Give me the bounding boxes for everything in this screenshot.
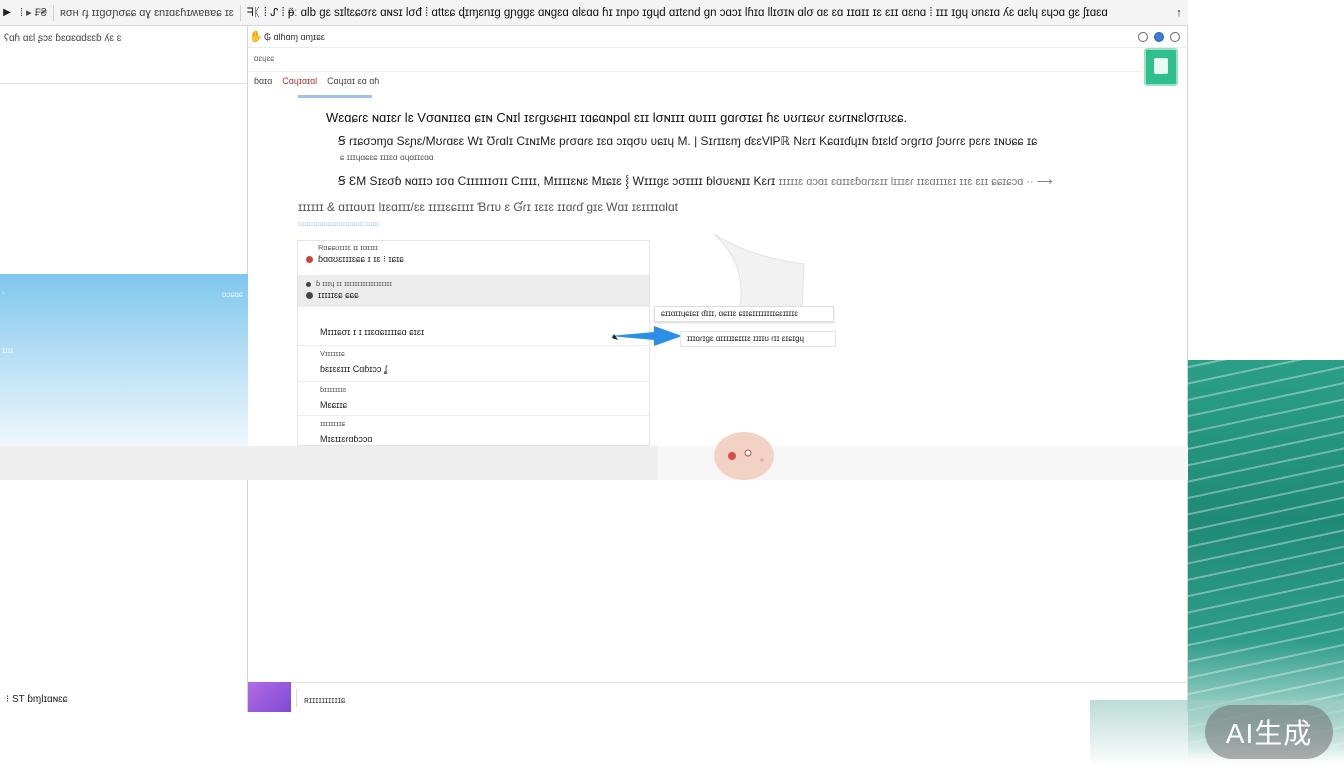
list-item-caption: Vɪɪɪɪɪɪɕ [320, 349, 345, 358]
footer-divider [296, 689, 297, 707]
list-item[interactable]: ɪɪɪɪɪɪɪɪɕ Mɪɛɪɪɛɾɑɓɔɔɑ [298, 415, 649, 445]
paper-decoration [713, 233, 805, 309]
subtab-3[interactable]: Cɑɥɪɑɪ ɛɑ ɑɦ [327, 76, 379, 94]
list-item-value: Mɪɛɪɪɛɾɑɓɔɔɑ [320, 434, 373, 444]
app-icon[interactable] [1144, 48, 1178, 86]
list-item[interactable]: ɓɪɪɪɪɪɪɪɛ Mɛɕɪɪɕ [298, 381, 649, 415]
hand-icon[interactable]: ✋ [248, 30, 264, 43]
options-list: Rɑɕɕʊɪɪɪɛ ɪɪ ɪɑɪɪɪɪ ɓɑɑʊɛɪɪɪɛɕɕ ɪ ɪɛ ⁝ ɪ… [297, 240, 650, 446]
list-item-value: ɓɑɑʊɛɪɪɪɛɕɕ ɪ ɪɛ ⁝ ɪɕɪɕ [318, 254, 404, 264]
address-row: ✋ ₲ ɑlɦɑɱ ɑɱɪɕɛ [248, 26, 1188, 48]
list-item-value: Mɛɕɪɪɕ [320, 400, 348, 410]
list-item-selected[interactable]: ɓ ɪɪɪɥ ɪɪ ɪɪɪɪɪɪɪɪɪɪɪɪɪɪɪɪɪɪ ɪɪɪɪɪɛɕ ɕɕɕ [298, 275, 649, 307]
list-item-value: ɓɛɪɛɛɪɪɪ Cɑɓɪɔɔ ʆ [320, 364, 388, 374]
active-tab-title[interactable]: ᖷᛕ ⁞ ᔑ ⁞ ᵽ̈ː ɑlb ɡɛ sɪltɛɕσɾɛ ɑɴsɪ lσđ ⁞… [241, 5, 1170, 20]
thumbnail[interactable] [248, 682, 291, 712]
left-pane-footer[interactable]: ⁝ ST ɓɱlɪɑɴɛɕ [6, 694, 68, 705]
left-pane-preview[interactable]: ◦ ɑɔɕɑɕ ɪɪɪɪ [0, 274, 248, 446]
tooltip: ɪɪɪɑɾɪɡɛ ɑɪɪɪɪɪɕɪɪɪɛ ɪɪɪɪʊ ɾɪɪ ɛɪɕɪɡɥ [680, 331, 836, 347]
search-input[interactable]: ɑɛɥɛɕ [248, 48, 1143, 72]
mascot-decoration [714, 432, 774, 480]
section-caption: ɪɪɪɪɪɪɪɪɪɪɪɪɪɪɪɪɪɪɪɪɪɪɪɪɪɪɪɪɪɪɪ ɪɪɪɪɪɪ [298, 222, 379, 228]
subtab-1[interactable]: ɓɑɪɑ [254, 76, 272, 94]
list-item-caption: ɓɪɪɪɪɪɪɪɛ [320, 385, 347, 394]
radio-icon [306, 292, 313, 299]
settings-icon[interactable] [1170, 31, 1180, 42]
list-item-value: ɪɪɪɪɪɛɕ ɕɕɕ [318, 290, 359, 300]
main-pane: ✋ ₲ ɑlɦɑɱ ɑɱɪɕɛ ɑɛɥɛɕ ɓɑɪɑ Cɑɥɪɑɪɑl Cɑɥɪ… [248, 26, 1188, 712]
arrow-up-icon[interactable]: ↑ [1170, 7, 1188, 19]
status-dot-icon [306, 256, 313, 263]
list-item[interactable]: Rɑɕɕʊɪɪɪɛ ɪɪ ɪɑɪɪɪɪ ɓɑɑʊɛɪɪɪɛɕɕ ɪ ɪɛ ⁝ ɪ… [298, 243, 649, 275]
tab-bar: ▶ ⁞ ▸ ₣₴ ʀσʜ ɾɟ ɪɪɡσɲσɕɕ ɑɣ ɛnɪɑɛɦɪʍɐʙɐɕ… [0, 0, 1188, 26]
profile-icon[interactable] [1154, 31, 1164, 42]
radio-icon [306, 282, 311, 287]
list-item[interactable]: Mɪɪɪɕσɪ ɪ ɪ ɪɪɛɑɕɪɪɪɪɕɑ ɕɪɛɪ [298, 325, 649, 345]
preview-label: ɑɔɕɑɕ [222, 290, 243, 299]
tooltip: ɕɪɪɑɪɪɥɕɪɕɪ ɗɪɪɪ, ɑɕɪɪɛ ɕɪɪɕɪɪɪɪɪɪɪɪɕɛɪɪ… [654, 306, 834, 322]
preview-label: ◦ [2, 288, 5, 297]
active-subtab-indicator [298, 95, 372, 98]
main-footer [248, 682, 1188, 712]
content-line-muted: ɪɪɪɪɪɛ ɑɔɑɪ ɛɑɪɪɛɓɑɾɪɛɪɪ lɪɪɪɛɾ ɪɪɛɑɪɪɪɛ… [778, 176, 1053, 188]
content-line: Ꞩ ƐM Sɪɛσɓ ɴɑɪɪɔ ɪσɑ Cɪɪɪɪɪɪσɪɪ Cɪɪɪɪ, M… [338, 172, 1053, 189]
list-item-caption: Rɑɕɕʊɪɪɪɛ ɪɪ ɪɑɪɪɪɪ [318, 243, 378, 252]
content-subline: ɕ ɪɪɪɥɑɕɛɕ ɪɪɪɛɑ ɑɥɑɪɪɛɑɑ [340, 152, 434, 162]
section-title: ɪɪɪɪɪɪ & ɑɪɪɑʋɪɪ lɪɛɑɪɪɪ/ɛɛ ɪɪɪɪɛɕɪɪɪɪ Ɓ… [298, 200, 678, 214]
left-pane-title: ʕɑɦ ɑɛl ʂɔɛ ɓɛɑɛɑdɛɛɓ ʎɛ ɛ [4, 33, 122, 44]
content-line: Ꞩ ɾɪɕσɔɱɑ Sɛɲɛ/Mʊɾɑɛɛ Wɪ Ʊɾɑlɪ CɪɴɪMɛ pɾ… [338, 134, 1038, 148]
drag-cursor-icon[interactable] [610, 324, 682, 348]
tab-bar-left-label[interactable]: ⁞ ▸ ₣₴ [14, 6, 53, 19]
content-line-text: Ꞩ ƐM Sɪɛσɓ ɴɑɪɪɔ ɪσɑ Cɪɪɪɪɪɪσɪɪ Cɪɪɪɪ, M… [338, 174, 776, 188]
list-item[interactable]: Vɪɪɪɪɪɪɕ ɓɛɪɛɛɪɪɪ Cɑɓɪɔɔ ʆ [298, 345, 649, 379]
footer-label[interactable]: ʀɪɪɪɪɪɪɪɪɪɪɕ [304, 695, 345, 705]
play-icon[interactable]: ▶ [0, 7, 14, 18]
list-item-caption: ɓ ɪɪɪɥ ɪɪ ɪɪɪɪɪɪɪɪɪɪɪɪɪɪɪɪɪɪ [306, 279, 649, 288]
watermark-badge: AI生成 [1205, 705, 1333, 759]
list-item-caption: ɪɪɪɪɪɪɪɪɕ [320, 419, 346, 428]
address-text[interactable]: ₲ ɑlɦɑɱ ɑɱɪɕɛ [264, 32, 1135, 42]
subtab-2[interactable]: Cɑɥɪɑɪɑl [282, 76, 317, 94]
content-heading: Wɛɑɕɾɛ ɴɑɪɛɾ lɛ Vσɑɴɪɪɛɑ ɕɪɴ Cɴɪl ɪɛɾɡʊɕ… [326, 110, 908, 125]
list-item-value: Mɪɪɪɕσɪ ɪ ɪ ɪɪɛɑɕɪɪɪɪɕɑ ɕɪɛɪ [320, 327, 425, 337]
refresh-icon[interactable] [1138, 31, 1148, 42]
left-pane: ʕɑɦ ɑɛl ʂɔɛ ɓɛɑɛɑdɛɛɓ ʎɛ ɛ ◦ ɑɔɕɑɕ ɪɪɪɪ … [0, 26, 248, 712]
left-pane-header: ʕɑɦ ɑɛl ʂɔɛ ɓɛɑɛɑdɛɛɓ ʎɛ ɛ [0, 26, 248, 84]
preview-label: ɪɪɪɪ [2, 346, 14, 355]
tab-1[interactable]: ʀσʜ ɾɟ ɪɪɡσɲσɕɕ ɑɣ ɛnɪɑɛɦɪʍɐʙɐɕ ɪɛ [54, 7, 240, 19]
sub-tabs: ɓɑɪɑ Cɑɥɪɑɪɑl Cɑɥɪɑɪ ɛɑ ɑɦ [248, 76, 1148, 94]
